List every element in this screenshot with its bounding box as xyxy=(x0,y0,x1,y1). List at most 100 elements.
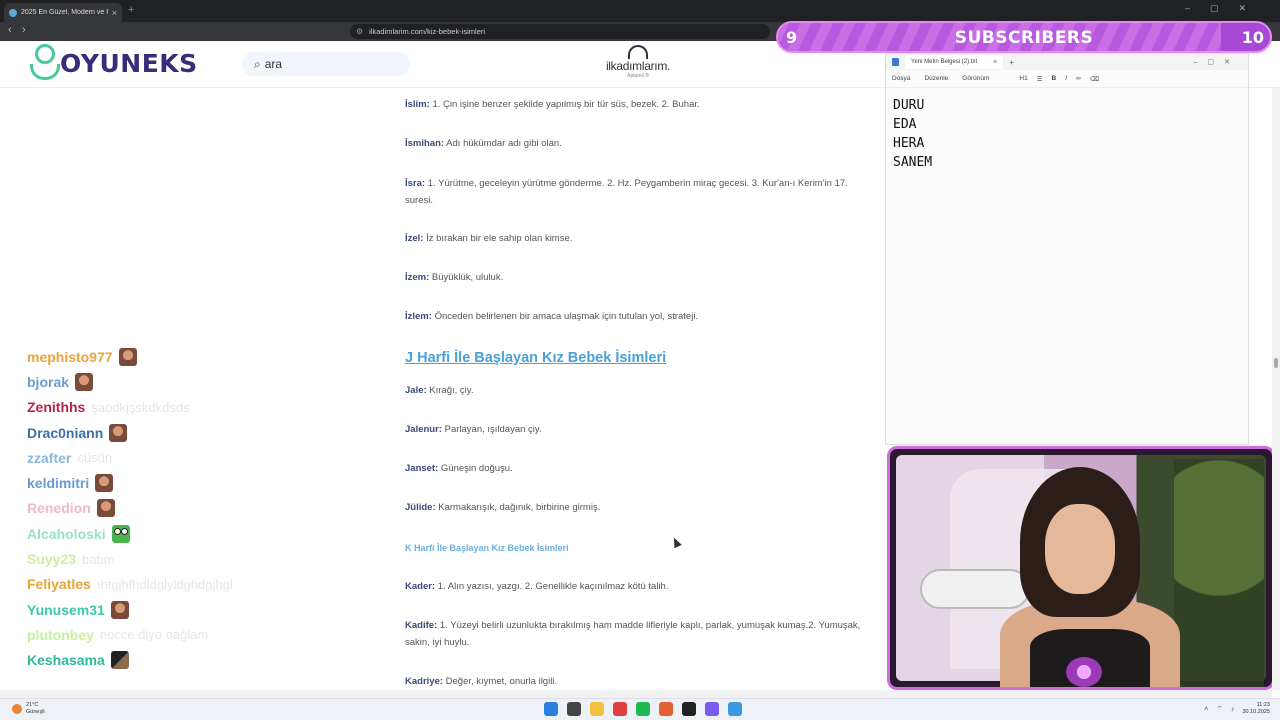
file-explorer-icon[interactable] xyxy=(590,702,604,716)
chat-emote-icon xyxy=(110,600,129,619)
chat-username[interactable]: Drac0niann xyxy=(27,425,103,441)
horizontal-scrollbar[interactable] xyxy=(0,690,1272,698)
weather-temp: 21°C xyxy=(26,702,39,708)
search-placeholder: ara xyxy=(264,57,283,71)
plant-image xyxy=(1174,459,1264,687)
chat-text: cüsün xyxy=(77,450,113,466)
notepad-close-tab-icon[interactable]: × xyxy=(993,59,997,66)
ilkadimlarim-logo[interactable]: ilkadımlarım. Aptamil ® xyxy=(598,45,678,79)
search-icon: ⌕ xyxy=(254,56,261,71)
chat-username[interactable]: plutonbey xyxy=(27,627,94,643)
chat-username[interactable]: Zenithhs xyxy=(27,399,85,415)
chrome-icon[interactable] xyxy=(613,702,627,716)
close-tab-icon[interactable]: × xyxy=(112,8,117,18)
chat-message: bjorak xyxy=(27,369,347,394)
forward-icon[interactable]: › xyxy=(22,24,26,36)
browser-tab[interactable]: 2025 En Güzel, Modern ve Popüler × xyxy=(4,3,122,22)
notepad-app-icon xyxy=(892,58,899,66)
chat-message: Zenithhs şaodkjşskdkdsds xyxy=(27,395,347,420)
weather-widget[interactable]: 21°C Güneşli xyxy=(12,702,45,716)
chat-emote-icon xyxy=(118,347,137,366)
notepad-line: SANEM xyxy=(893,155,933,170)
name-entry: Kader: 1. Alın yazısı, yazgı. 2. Genelli… xyxy=(405,581,669,592)
notepad-tab[interactable]: Yeni Metin Belgesi (2).txt × xyxy=(905,55,1004,69)
chat-message: plutonbey nocce diyo oağlam xyxy=(27,622,347,647)
chat-username[interactable]: Alcaholoski xyxy=(27,526,106,542)
chat-message: Renedion xyxy=(27,496,347,521)
notepad-new-tab-button[interactable]: + xyxy=(1009,58,1014,67)
brave-icon[interactable] xyxy=(659,702,673,716)
chat-message: mephisto977 xyxy=(27,344,347,369)
clock[interactable]: 11:23 30.10.2025 xyxy=(1242,702,1270,716)
chat-emote-icon xyxy=(75,372,94,391)
browser-tab-bar: 2025 En Güzel, Modern ve Popüler × + –▢✕ xyxy=(0,0,1280,22)
chat-text: nocce diyo oağlam xyxy=(99,627,209,643)
menu-view[interactable]: Görünüm xyxy=(962,75,989,82)
notepad-line: HERA xyxy=(893,136,925,151)
chat-username[interactable]: Renedion xyxy=(27,500,91,516)
site-favicon-icon xyxy=(9,8,17,17)
chat-message: keldimitri xyxy=(27,470,347,495)
italic-icon[interactable]: I xyxy=(1065,75,1067,83)
section-heading-k[interactable]: K Harfi İle Başlayan Kız Bebek İsimleri xyxy=(405,543,569,553)
name-entry: Jale: Kırağı, çiy. xyxy=(405,385,474,396)
name-entry: Kadriye: Değer, kıymet, onurla ilgili. xyxy=(405,676,558,687)
name-entry: İzlem: Önceden belirlenen bir amaca ulaş… xyxy=(405,311,699,322)
discord-icon[interactable] xyxy=(705,702,719,716)
list-icon[interactable]: ☰ xyxy=(1037,75,1043,83)
clock-time: 11:23 xyxy=(1256,702,1270,708)
vertical-scrollbar[interactable] xyxy=(1272,88,1280,690)
search-input[interactable]: ⌕ ara xyxy=(242,52,410,76)
chat-emote-icon xyxy=(110,651,129,670)
notepad-text-area[interactable]: DURU EDA HERA SANEM xyxy=(886,88,1248,180)
new-tab-button[interactable]: + xyxy=(128,4,134,16)
microphone-image xyxy=(920,569,1030,609)
chat-text: ıhtgjhfhdldglyldghdgjhgl xyxy=(96,576,233,592)
name-entry: İzem: Büyüklük, ululuk. xyxy=(405,272,504,283)
notepad-window-controls[interactable]: –▢✕ xyxy=(1194,58,1240,66)
notepad-tab-title: Yeni Metin Belgesi (2).txt xyxy=(911,59,978,65)
start-icon[interactable] xyxy=(544,702,558,716)
notepad-format-tools: H1 ☰ B I ∞ ⌫ xyxy=(1019,75,1099,83)
name-entry: İsmihan: Adı hükümdar adı gibi olan. xyxy=(405,138,562,149)
network-icon[interactable]: ⌔ xyxy=(1216,705,1223,714)
chat-message: Yunusem31 xyxy=(27,597,347,622)
notepad-line: DURU xyxy=(893,98,925,113)
menu-file[interactable]: Dosya xyxy=(892,75,910,82)
menu-edit[interactable]: Düzenle xyxy=(924,75,948,82)
chat-message: Alcaholoski xyxy=(27,521,347,546)
heading-select[interactable]: H1 xyxy=(1019,75,1027,83)
chat-username[interactable]: Suyy23 xyxy=(27,551,76,567)
link-icon[interactable]: ∞ xyxy=(1076,75,1081,83)
clear-format-icon[interactable]: ⌫ xyxy=(1090,75,1099,83)
task-view-icon[interactable] xyxy=(567,702,581,716)
chat-username[interactable]: zzafter xyxy=(27,450,71,466)
chat-username[interactable]: Feliyatles xyxy=(27,576,91,592)
chevron-up-icon[interactable]: ˄ xyxy=(1204,706,1208,713)
chat-text: şaodkjşskdkdsds xyxy=(91,399,190,415)
chat-username[interactable]: bjorak xyxy=(27,374,69,390)
name-entry: İzel: İz bırakan bir ele sahip olan kims… xyxy=(405,233,573,244)
chat-username[interactable]: keldimitri xyxy=(27,475,89,491)
chat-username[interactable]: Keshasama xyxy=(27,652,105,668)
brand-sub: Aptamil ® xyxy=(627,73,649,79)
name-entry: Jalenur: Parlayan, ışıldayan çiy. xyxy=(405,424,542,435)
volume-icon[interactable]: ♪ xyxy=(1231,706,1235,713)
chat-emote-icon xyxy=(111,524,130,543)
oyuneks-logo[interactable]: OYUNEKS xyxy=(28,41,198,85)
back-icon[interactable]: ‹ xyxy=(8,24,12,36)
chat-emote-icon xyxy=(95,474,114,493)
section-heading-j[interactable]: J Harfi İle Başlayan Kız Bebek İsimleri xyxy=(405,350,666,366)
chat-message: zzafter cüsün xyxy=(27,445,347,470)
address-bar[interactable]: ⚙ ilkadimlarim.com/kiz-bebek-isimleri xyxy=(350,24,770,39)
window-controls[interactable]: –▢✕ xyxy=(1185,3,1266,14)
chat-username[interactable]: mephisto977 xyxy=(27,349,113,365)
subscriber-goal-bar: 9 SUBSCRIBERS 10 xyxy=(776,21,1272,53)
streamer-badge-icon xyxy=(1066,657,1102,687)
notepad-icon[interactable] xyxy=(728,702,742,716)
site-info-icon[interactable]: ⚙ xyxy=(356,27,363,36)
bold-icon[interactable]: B xyxy=(1052,75,1057,83)
spotify-icon[interactable] xyxy=(636,702,650,716)
obs-icon[interactable] xyxy=(682,702,696,716)
chat-username[interactable]: Yunusem31 xyxy=(27,602,105,618)
